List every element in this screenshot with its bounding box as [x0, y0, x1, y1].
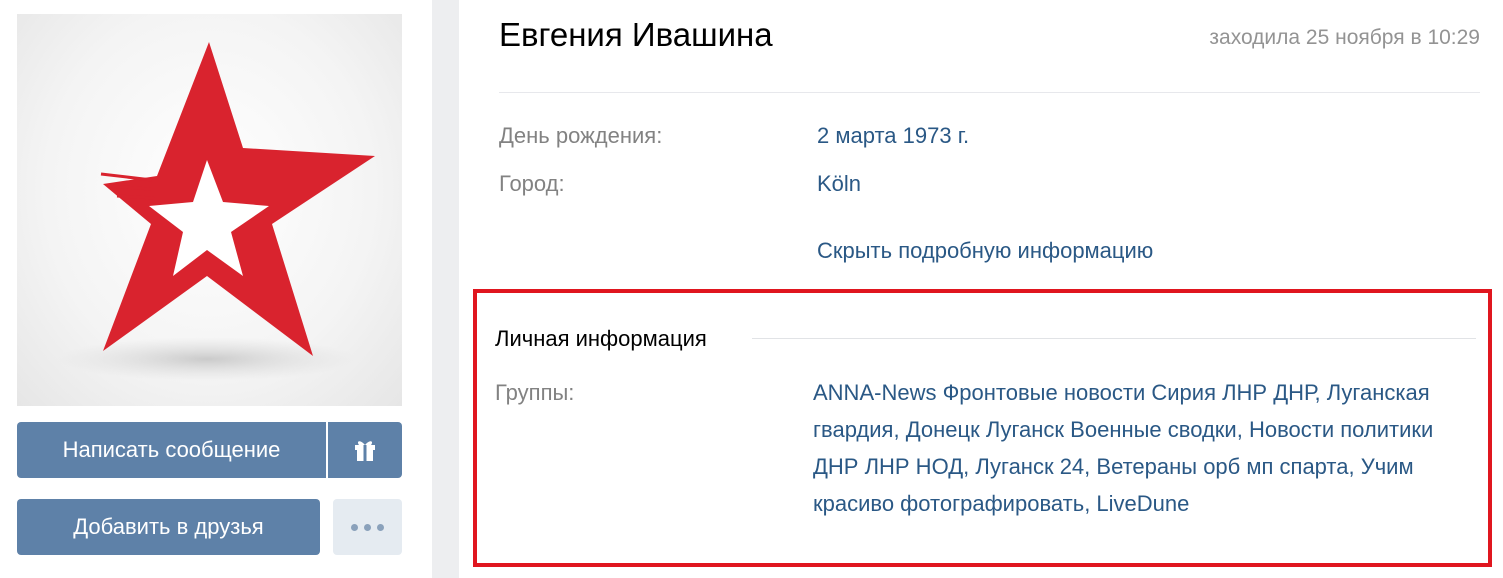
add-friend-button[interactable]: Добавить в друзья	[17, 499, 320, 555]
profile-name: Евгения Ивашина	[499, 16, 773, 53]
more-actions-button[interactable]	[333, 499, 402, 555]
city-value[interactable]: Köln	[817, 171, 861, 197]
red-star-icon	[57, 42, 375, 381]
group-separator: ,	[1314, 380, 1327, 405]
group-separator: ,	[1236, 417, 1249, 442]
group-separator: ,	[1084, 454, 1097, 479]
city-label: Город:	[499, 171, 565, 196]
birthday-label: День рождения:	[499, 123, 663, 148]
header-divider	[499, 92, 1480, 93]
more-dot	[364, 523, 371, 531]
group-link[interactable]: Ветераны орб мп спарта	[1096, 454, 1348, 479]
send-message-label: Написать сообщение	[62, 437, 281, 462]
send-message-button[interactable]: Написать сообщение	[17, 422, 326, 478]
last-seen-status: заходила 25 ноября в 10:29	[1209, 26, 1480, 49]
group-link[interactable]: LiveDune	[1096, 491, 1189, 516]
group-separator: ,	[893, 417, 906, 442]
group-link[interactable]: Луганск 24	[975, 454, 1084, 479]
send-gift-button[interactable]	[328, 422, 402, 478]
groups-list: ANNA-News Фронтовые новости Сирия ЛНР ДН…	[813, 374, 1483, 522]
column-gap	[432, 0, 459, 578]
gift-icon	[355, 441, 375, 461]
add-friend-label: Добавить в друзья	[73, 514, 264, 539]
group-separator: ,	[963, 454, 976, 479]
group-link[interactable]: Донецк Луганск Военные сводки	[906, 417, 1237, 442]
profile-avatar[interactable]	[17, 14, 402, 406]
birthday-value[interactable]: 2 марта 1973 г.	[817, 123, 969, 149]
personal-info-title: Личная информация	[495, 326, 707, 351]
groups-label: Группы:	[495, 380, 575, 405]
group-separator: ,	[1348, 454, 1361, 479]
group-link[interactable]: ANNA-News Фронтовые новости Сирия ЛНР ДН…	[813, 380, 1315, 405]
hide-details-link[interactable]: Скрыть подробную информацию	[817, 238, 1153, 264]
more-dot	[377, 523, 384, 531]
more-dots-icon	[351, 523, 358, 531]
group-separator: ,	[1084, 491, 1097, 516]
section-divider	[752, 338, 1476, 339]
